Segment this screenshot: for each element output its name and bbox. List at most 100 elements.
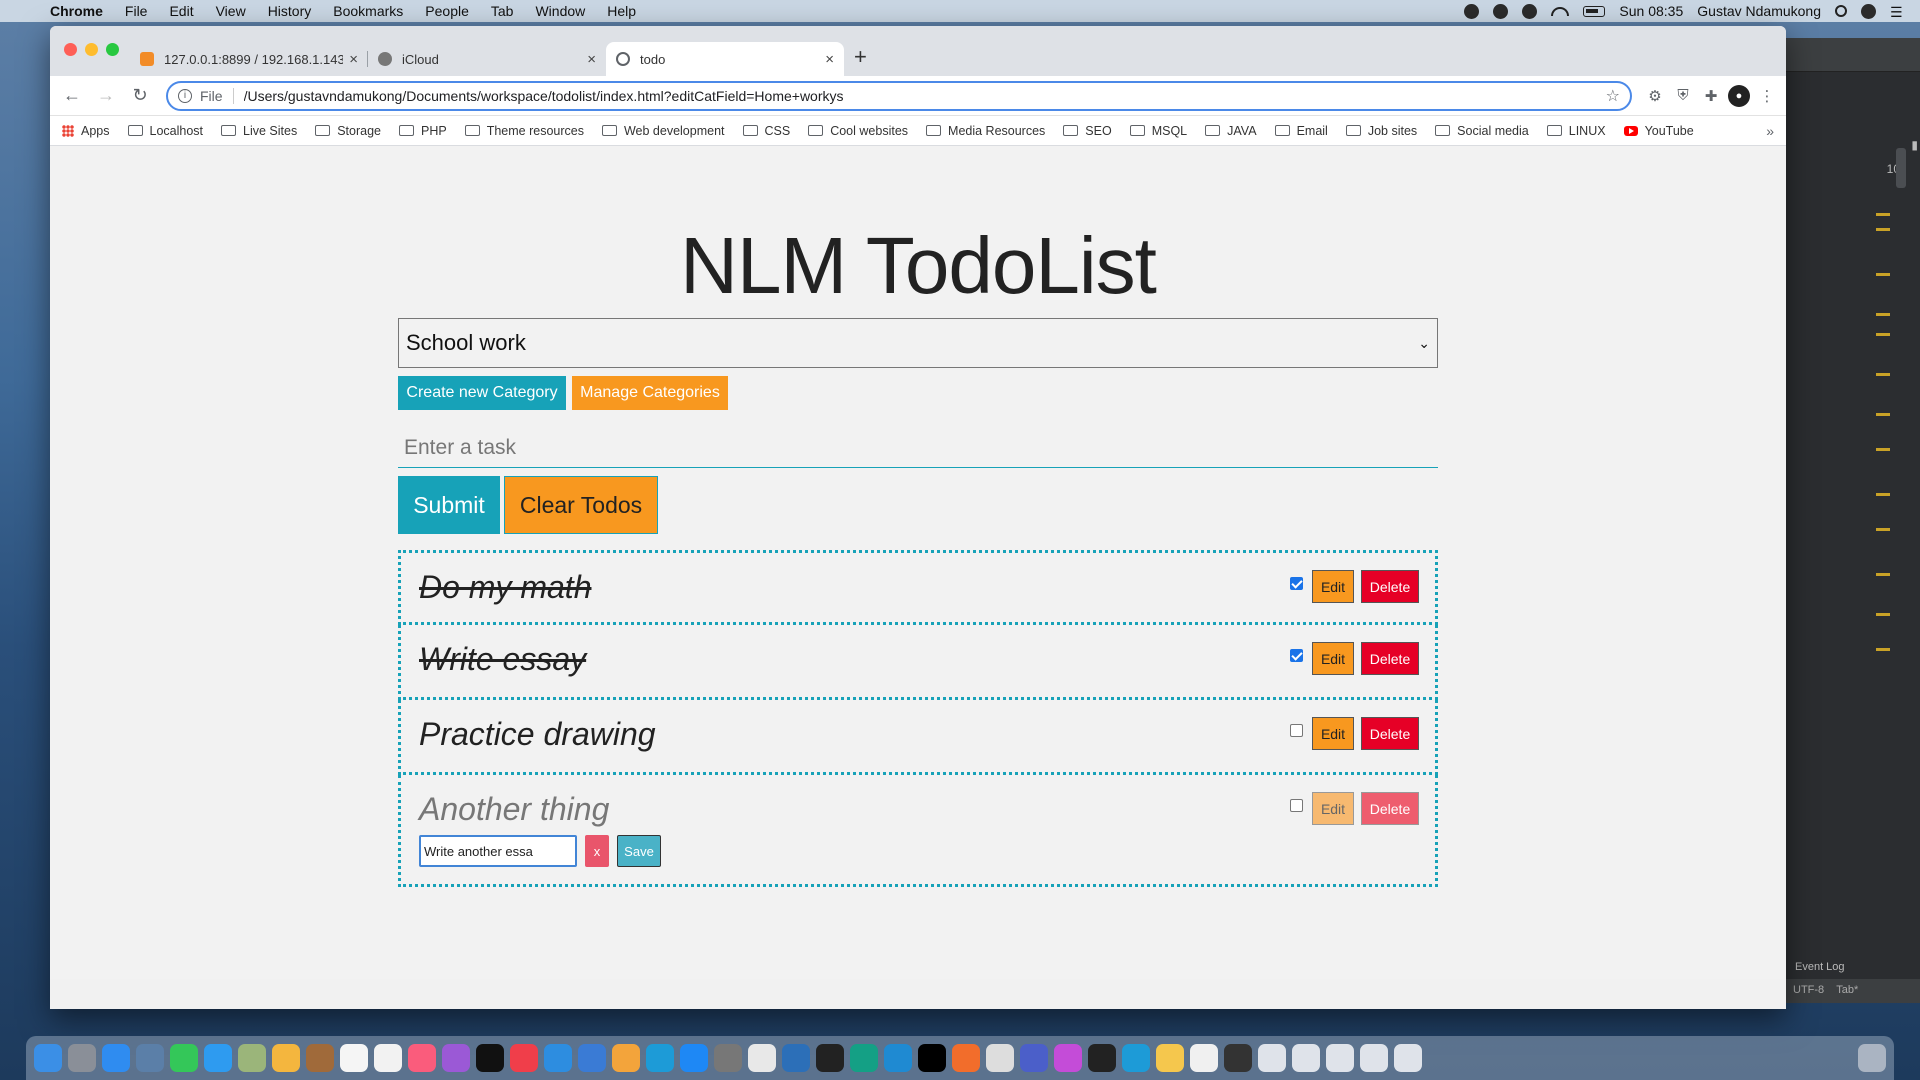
bookmark-seo[interactable]: SEO: [1063, 124, 1112, 138]
xcode-icon[interactable]: [782, 1044, 810, 1072]
bookmark-cool-websites[interactable]: Cool websites: [808, 124, 908, 138]
forward-arrow-icon[interactable]: →: [92, 82, 120, 110]
system-preferences-icon[interactable]: [714, 1044, 742, 1072]
ide-warning-marker[interactable]: [1876, 273, 1890, 276]
address-bar[interactable]: i File /Users/gustavndamukong/Documents/…: [166, 80, 1632, 111]
flower-app-icon[interactable]: [1054, 1044, 1082, 1072]
todo-edit-button[interactable]: Edit: [1312, 570, 1354, 603]
chrome-menu-icon[interactable]: ⋮: [1756, 85, 1778, 107]
ide-warning-marker[interactable]: [1876, 448, 1890, 451]
bookmark-msql[interactable]: MSQL: [1129, 124, 1187, 138]
todo-edit-button[interactable]: Edit: [1312, 642, 1354, 675]
ide-warning-marker[interactable]: [1876, 373, 1890, 376]
launchpad-icon[interactable]: [68, 1044, 96, 1072]
bookmark-social-media[interactable]: Social media: [1435, 124, 1529, 138]
ide-warning-marker[interactable]: [1876, 228, 1890, 231]
ide-indent[interactable]: Tab*: [1836, 984, 1858, 996]
window-thumbnail-icon[interactable]: [1292, 1044, 1320, 1072]
menu-edit[interactable]: Edit: [169, 3, 193, 19]
textedit-icon[interactable]: [986, 1044, 1014, 1072]
ide-warning-marker[interactable]: [1876, 413, 1890, 416]
messages-icon[interactable]: [204, 1044, 232, 1072]
apple-menu-icon[interactable]: [12, 3, 28, 19]
todo-checkbox[interactable]: [1290, 724, 1303, 737]
trash-icon[interactable]: [1858, 1044, 1886, 1072]
ide-event-log[interactable]: Event Log: [1795, 961, 1845, 973]
bookmark-media-resources[interactable]: Media Resources: [926, 124, 1045, 138]
window-thumbnail-icon[interactable]: [1360, 1044, 1388, 1072]
reminders-icon[interactable]: [374, 1044, 402, 1072]
creative-cloud-icon[interactable]: [1522, 3, 1538, 19]
console-icon[interactable]: [1088, 1044, 1116, 1072]
close-window-button[interactable]: [64, 43, 77, 56]
manage-categories-button[interactable]: Manage Categories: [572, 376, 728, 410]
bookmark-java[interactable]: JAVA: [1205, 124, 1257, 138]
tab-close-icon[interactable]: ×: [825, 51, 834, 68]
bookmark-youtube[interactable]: YouTube: [1623, 124, 1694, 138]
docker-icon[interactable]: [646, 1044, 674, 1072]
news-icon[interactable]: [510, 1044, 538, 1072]
ide-warning-marker[interactable]: [1876, 573, 1890, 576]
extension-shield-icon[interactable]: ⛨: [1672, 85, 1694, 107]
docker-status-icon[interactable]: [1464, 3, 1480, 19]
menu-history[interactable]: History: [268, 3, 312, 19]
ide-warning-marker[interactable]: [1876, 493, 1890, 496]
photos-icon[interactable]: [272, 1044, 300, 1072]
todo-delete-button[interactable]: Delete: [1361, 642, 1419, 675]
safari-icon[interactable]: [102, 1044, 130, 1072]
terminal-icon[interactable]: [816, 1044, 844, 1072]
docker-desktop-icon[interactable]: [1122, 1044, 1150, 1072]
task-input[interactable]: Enter a task: [398, 428, 1438, 468]
gitkraken-icon[interactable]: [850, 1044, 878, 1072]
ide-encoding[interactable]: UTF-8: [1793, 984, 1824, 996]
submit-button[interactable]: Submit: [398, 476, 500, 534]
menu-tab[interactable]: Tab: [491, 3, 514, 19]
category-select[interactable]: School work ⌄: [398, 318, 1438, 368]
ide-warning-marker[interactable]: [1876, 648, 1890, 651]
facetime-icon[interactable]: [170, 1044, 198, 1072]
menu-window[interactable]: Window: [535, 3, 585, 19]
bookmark-css[interactable]: CSS: [742, 124, 790, 138]
menu-bookmarks[interactable]: Bookmarks: [333, 3, 403, 19]
menu-app-name[interactable]: Chrome: [50, 3, 103, 19]
edit-cancel-button[interactable]: x: [585, 835, 609, 867]
preview-icon[interactable]: [136, 1044, 164, 1072]
todo-edit-button[interactable]: Edit: [1312, 792, 1354, 825]
todo-edit-input[interactable]: [419, 835, 577, 867]
extension-gear-icon[interactable]: ⚙: [1644, 85, 1666, 107]
finder-icon[interactable]: [34, 1044, 62, 1072]
bookmark-star-icon[interactable]: ☆: [1606, 86, 1620, 106]
tab-close-icon[interactable]: ×: [587, 51, 596, 68]
ide-warning-marker[interactable]: [1876, 313, 1890, 316]
back-arrow-icon[interactable]: ←: [58, 82, 86, 110]
ide-warning-marker[interactable]: [1876, 528, 1890, 531]
battery-icon[interactable]: [1583, 5, 1606, 17]
bookmarks-overflow-icon[interactable]: »: [1766, 123, 1774, 139]
ide-warning-marker[interactable]: [1876, 213, 1890, 216]
todo-edit-button[interactable]: Edit: [1312, 717, 1354, 750]
tab-phpmyadmin[interactable]: 127.0.0.1:8899 / 192.168.1.143 ×: [130, 42, 368, 76]
bookmark-apps[interactable]: Apps: [62, 124, 110, 138]
app-store-icon[interactable]: [680, 1044, 708, 1072]
tab-close-icon[interactable]: ×: [349, 51, 358, 68]
create-category-button[interactable]: Create new Category: [398, 376, 566, 410]
window-thumbnail-icon[interactable]: [1224, 1044, 1252, 1072]
minimize-window-button[interactable]: [85, 43, 98, 56]
reload-icon[interactable]: ↻: [126, 82, 154, 110]
phpstorm-icon[interactable]: [918, 1044, 946, 1072]
bookmark-storage[interactable]: Storage: [315, 124, 381, 138]
menu-people[interactable]: People: [425, 3, 469, 19]
maps-icon[interactable]: [238, 1044, 266, 1072]
music-icon[interactable]: [408, 1044, 436, 1072]
sequel-pro-icon[interactable]: [1156, 1044, 1184, 1072]
bookmark-web-development[interactable]: Web development: [601, 124, 725, 138]
url-text[interactable]: /Users/gustavndamukong/Documents/workspa…: [244, 88, 1606, 104]
podcasts-icon[interactable]: [442, 1044, 470, 1072]
todo-delete-button[interactable]: Delete: [1361, 717, 1419, 750]
todo-checkbox[interactable]: [1290, 649, 1303, 662]
site-info-icon[interactable]: i: [178, 88, 192, 103]
edit-save-button[interactable]: Save: [617, 835, 661, 867]
bookmark-job-sites[interactable]: Job sites: [1345, 124, 1417, 138]
spotlight-search-icon[interactable]: [1835, 5, 1847, 17]
todo-checkbox[interactable]: [1290, 799, 1303, 812]
